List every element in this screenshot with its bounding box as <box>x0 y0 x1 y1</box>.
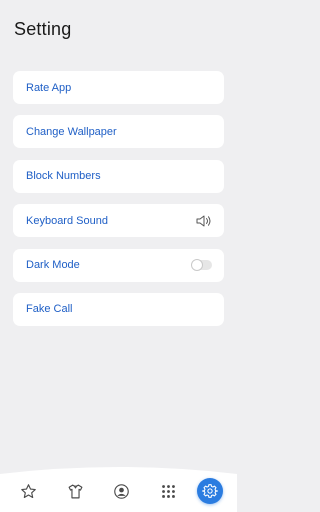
setting-fake-call[interactable]: Fake Call <box>13 292 224 326</box>
toggle-knob <box>191 259 203 272</box>
nav-apps[interactable] <box>157 480 179 502</box>
page-title: Setting <box>14 19 72 39</box>
setting-label: Fake Call <box>26 303 73 316</box>
shirt-icon <box>68 484 82 498</box>
setting-dark-mode[interactable]: Dark Mode <box>13 248 224 282</box>
setting-label: Change Wallpaper <box>26 125 117 138</box>
settings-screen: Setting Rate App Change Wallpaper Block … <box>0 0 237 512</box>
setting-rate-app[interactable]: Rate App <box>13 71 224 104</box>
star-icon <box>20 483 36 498</box>
gear-icon <box>202 484 218 498</box>
nav-profile[interactable] <box>110 480 132 502</box>
speaker-icon[interactable] <box>196 215 212 227</box>
setting-label: Keyboard Sound <box>26 214 108 227</box>
nav-favorites[interactable] <box>17 480 39 502</box>
setting-change-wallpaper[interactable]: Change Wallpaper <box>13 115 224 149</box>
bottom-nav-bar <box>0 466 237 512</box>
grid-icon <box>161 484 175 498</box>
nav-themes[interactable] <box>64 480 86 502</box>
setting-label: Dark Mode <box>26 259 80 272</box>
setting-label: Rate App <box>26 81 72 94</box>
setting-keyboard-sound[interactable]: Keyboard Sound <box>13 204 224 238</box>
profile-icon <box>113 483 129 499</box>
dark-mode-toggle[interactable] <box>191 259 212 272</box>
settings-list: Rate App Change Wallpaper Block Numbers … <box>13 71 224 337</box>
setting-block-numbers[interactable]: Block Numbers <box>13 159 224 193</box>
nav-settings[interactable] <box>197 478 223 504</box>
setting-label: Block Numbers <box>26 170 101 183</box>
